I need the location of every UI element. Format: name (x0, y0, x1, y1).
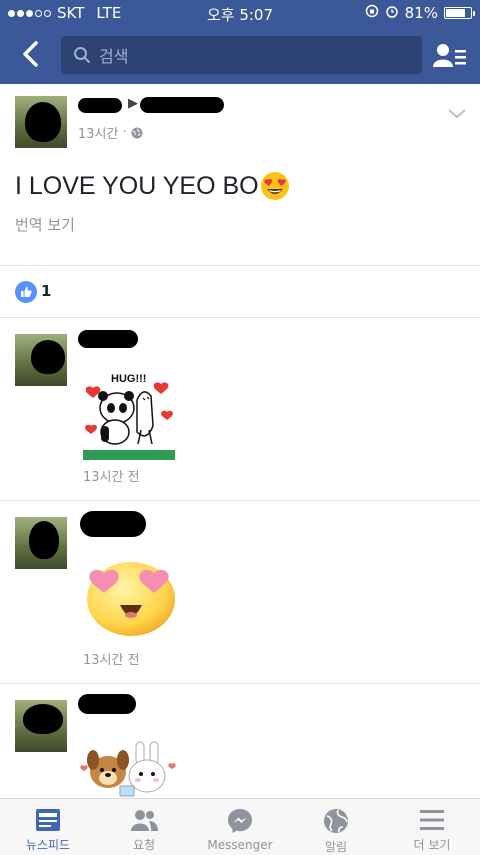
tab-notifications[interactable]: 알림 (288, 799, 384, 855)
tab-newsfeed[interactable]: 뉴스피드 (0, 799, 96, 855)
friends-list-icon (433, 44, 466, 67)
redacted-author-name[interactable] (78, 98, 122, 113)
redacted-commenter-name[interactable] (78, 330, 138, 348)
post-text-content: I LOVE YOU YEO BO (15, 171, 259, 200)
tab-messenger[interactable]: Messenger (192, 799, 288, 855)
search-placeholder: 검색 (99, 47, 129, 66)
translate-link[interactable]: 번역 보기 (15, 214, 75, 235)
status-right: 81% (365, 4, 475, 22)
status-bar: SKT LTE 오후 5:07 81% (0, 0, 480, 26)
battery-percent: 81% (404, 4, 438, 22)
comment-timestamp[interactable]: 13시간 전 (83, 466, 140, 485)
meta-separator: · (122, 125, 127, 140)
commenter-avatar[interactable] (15, 700, 67, 752)
battery-icon (444, 7, 475, 19)
header: SKT LTE 오후 5:07 81% 검색 (0, 0, 480, 84)
commenter-avatar[interactable] (15, 334, 67, 386)
post: ▶ 13시간 · I LOVE YOU YEO BO 번역 보기 (0, 84, 480, 266)
redacted-recipient-name[interactable] (140, 97, 224, 113)
tab-label: 더 보기 (413, 838, 451, 852)
sticker-caption: HUG!!! (111, 373, 146, 385)
tab-label: 알림 (324, 840, 348, 854)
post-options-button[interactable] (448, 104, 466, 123)
tab-label: 요청 (132, 838, 156, 852)
post-meta: 13시간 · (78, 123, 143, 142)
comment (0, 684, 480, 804)
tab-requests[interactable]: 요청 (96, 799, 192, 855)
tab-bar: 뉴스피드 요청 Messenger 알림 더 보기 (0, 798, 480, 855)
reactions-bar[interactable]: 1 (0, 266, 480, 318)
commenter-avatar[interactable] (15, 517, 67, 569)
redacted-commenter-name[interactable] (78, 694, 136, 714)
post-author-avatar[interactable] (15, 96, 67, 148)
heart-eyes-emoji-sticker (84, 557, 178, 637)
tab-label: Messenger (207, 838, 273, 852)
alarm-icon (385, 4, 399, 22)
heart-eyes-emoji-icon (260, 171, 290, 201)
messenger-icon (228, 809, 252, 833)
comment: HUG!!! 13시간 전 (0, 318, 480, 501)
chevron-down-icon (448, 109, 466, 119)
back-button[interactable] (12, 36, 48, 72)
privacy-globe-icon (131, 127, 143, 138)
menu-icon (420, 810, 444, 830)
tab-label: 뉴스피드 (25, 838, 71, 852)
globe-notifications-icon (324, 809, 348, 833)
comment-timestamp[interactable]: 13시간 전 (83, 649, 140, 668)
hug-panda-sticker: HUG!!! (83, 370, 175, 460)
redacted-commenter-name[interactable] (80, 511, 146, 537)
dog-bunny-sticker (80, 738, 180, 800)
screen: SKT LTE 오후 5:07 81% 검색 ▶ 13시간 · I LOVE Y… (0, 0, 480, 855)
like-icon (15, 281, 37, 303)
navbar: 검색 (0, 30, 480, 80)
rotation-lock-icon (365, 4, 379, 22)
post-text: I LOVE YOU YEO BO (15, 171, 290, 201)
shared-to-arrow-icon: ▶ (128, 96, 138, 111)
search-icon (74, 47, 90, 63)
newsfeed-icon (36, 809, 60, 831)
back-arrow-icon (23, 41, 38, 67)
tab-more[interactable]: 더 보기 (384, 799, 480, 855)
search-input[interactable]: 검색 (61, 36, 422, 74)
friend-requests-icon (131, 810, 158, 831)
like-count: 1 (41, 282, 52, 300)
comment: 13시간 전 (0, 501, 480, 684)
post-timestamp[interactable]: 13시간 (78, 123, 118, 142)
friends-list-button[interactable] (430, 36, 470, 74)
